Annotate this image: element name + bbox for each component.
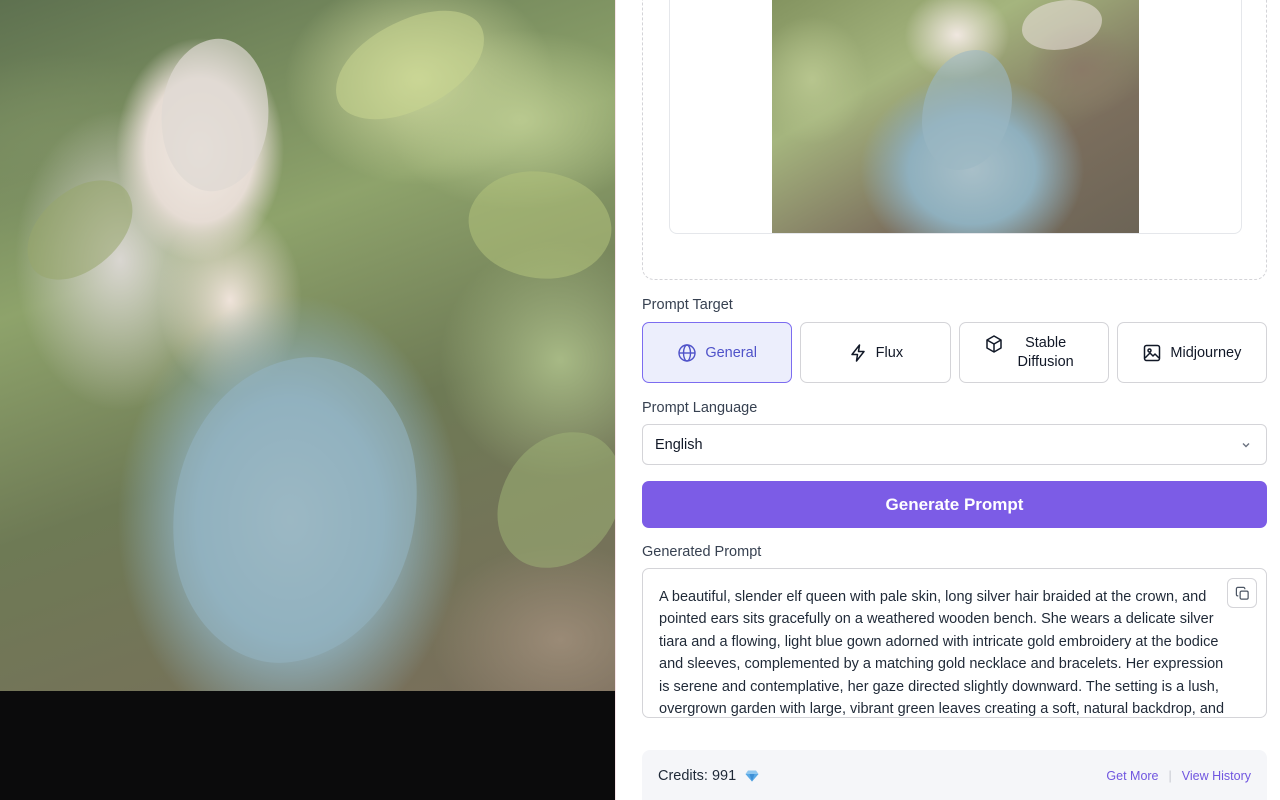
- generated-prompt-text: A beautiful, slender elf queen with pale…: [659, 589, 1225, 718]
- uploaded-image-large: [0, 0, 615, 691]
- image-thumbnail-frame: [669, 0, 1242, 234]
- uploaded-image-thumbnail: [772, 0, 1139, 233]
- target-stable-diffusion-button[interactable]: Stable Diffusion: [958, 322, 1109, 383]
- get-more-link[interactable]: Get More: [1106, 769, 1158, 783]
- controls-panel: Prompt Target General Flux Stable Diffus…: [615, 0, 1280, 800]
- generated-prompt-output[interactable]: A beautiful, slender elf queen with pale…: [642, 568, 1267, 718]
- generated-prompt-label: Generated Prompt: [642, 544, 762, 560]
- target-stable-diffusion-label: Stable Diffusion: [1017, 334, 1074, 370]
- chevron-down-icon: [1242, 443, 1250, 448]
- prompt-language-label: Prompt Language: [642, 400, 758, 416]
- prompt-language-select[interactable]: English: [642, 424, 1267, 465]
- prompt-target-label: Prompt Target: [642, 297, 733, 313]
- target-general-button[interactable]: General: [642, 322, 793, 383]
- target-flux-button[interactable]: Flux: [800, 322, 951, 383]
- image-upload-dropzone[interactable]: [642, 0, 1267, 280]
- credits-count: Credits: 991: [658, 768, 737, 784]
- lightning-icon: [850, 343, 865, 362]
- target-midjourney-label: Midjourney: [1170, 344, 1242, 361]
- target-general-label: General: [705, 344, 757, 361]
- view-history-link[interactable]: View History: [1182, 769, 1251, 783]
- target-flux-label: Flux: [875, 344, 904, 361]
- globe-icon: [678, 343, 697, 362]
- generate-prompt-button[interactable]: Generate Prompt: [642, 481, 1267, 528]
- gem-icon: [745, 770, 759, 782]
- cube-icon: [985, 334, 1002, 353]
- image-preview-pane: [0, 0, 615, 800]
- prompt-target-group: General Flux Stable Diffusion Midjourney: [642, 322, 1267, 383]
- link-separator: |: [1168, 769, 1172, 783]
- copy-icon: [1235, 586, 1249, 600]
- copy-button[interactable]: [1227, 578, 1257, 608]
- target-midjourney-button[interactable]: Midjourney: [1116, 322, 1267, 383]
- credits-bar: Credits: 991 Get More | View History: [642, 750, 1267, 800]
- credits-links: Get More | View History: [1106, 769, 1251, 783]
- prompt-language-value: English: [655, 436, 703, 453]
- image-icon: [1144, 344, 1161, 361]
